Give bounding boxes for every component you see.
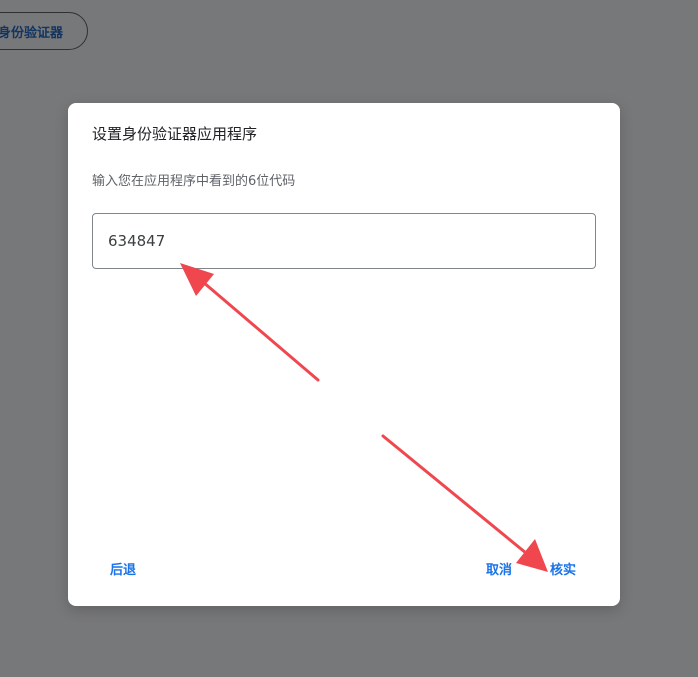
- authenticator-chip[interactable]: 身份验证器: [0, 12, 88, 50]
- verify-button[interactable]: 核实: [550, 559, 576, 578]
- dialog-title: 设置身份验证器应用程序: [92, 125, 258, 143]
- cancel-button[interactable]: 取消: [486, 559, 512, 578]
- setup-authenticator-dialog: 设置身份验证器应用程序 输入您在应用程序中看到的6位代码 后退 取消 核实: [68, 103, 620, 606]
- dialog-description: 输入您在应用程序中看到的6位代码: [92, 174, 296, 189]
- authenticator-chip-label: 身份验证器: [0, 25, 63, 41]
- back-button[interactable]: 后退: [110, 559, 136, 578]
- verification-code-input[interactable]: [92, 213, 596, 269]
